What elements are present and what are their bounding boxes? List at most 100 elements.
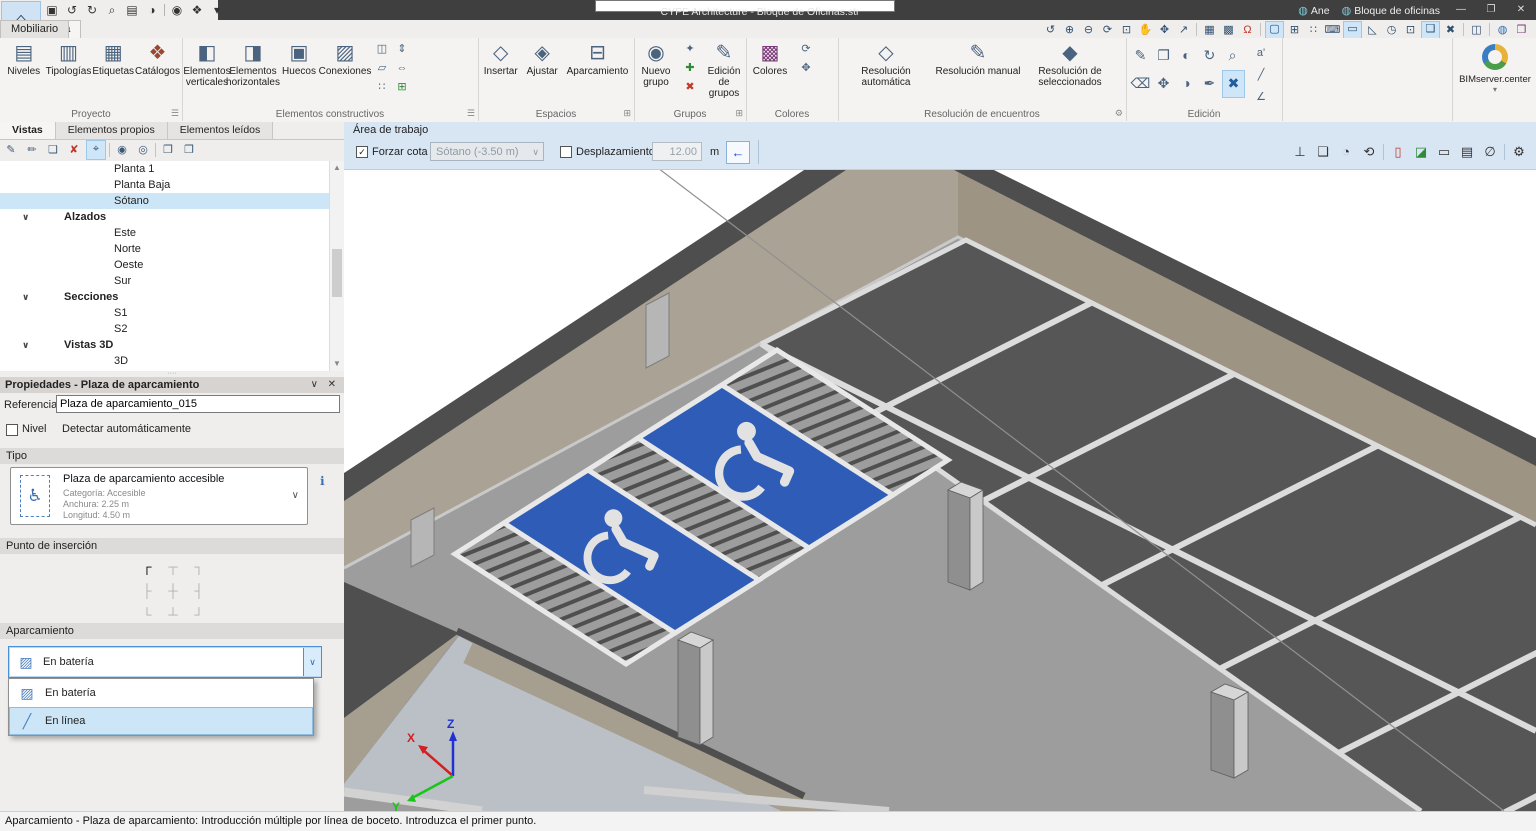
set-square-icon[interactable]: ◺ [1364, 22, 1381, 38]
ribbon-mini-button[interactable]: ⟳ [796, 40, 816, 59]
keyboard-input-icon[interactable]: ⌨ [1324, 22, 1341, 38]
ribbon-mini-button[interactable]: ✦ [680, 40, 700, 59]
edit-tool-icon[interactable]: ╱ [1251, 66, 1271, 84]
ribbon-mini-button[interactable]: ✥ [796, 59, 816, 78]
ribbon-button[interactable]: ❖ Catálogos [135, 41, 180, 77]
hide-elements-icon[interactable]: ∅ [1481, 142, 1499, 162]
scroll-down-icon[interactable]: ▼ [330, 357, 344, 371]
snap-magnet-icon[interactable]: Ω [1239, 22, 1256, 38]
edit-tool-icon[interactable]: ◑ [1176, 70, 1197, 96]
ribbon-button[interactable]: ◧ Elementos verticales [183, 41, 230, 88]
project-button[interactable]: ◍ Bloque de oficinas [1342, 4, 1440, 17]
separator[interactable] [164, 4, 165, 16]
close-icon[interactable]: ✕ [328, 377, 336, 393]
camera-copy-icon[interactable]: ◎ [134, 141, 152, 159]
separator[interactable] [1196, 23, 1197, 36]
forzar-cota-checkbox[interactable]: ✓ [356, 146, 368, 158]
bimserver-label[interactable]: BIMserver.center [1453, 74, 1536, 85]
tree-item[interactable]: Norte [0, 241, 330, 257]
ribbon-button[interactable]: ◇ Insertar [480, 41, 521, 77]
separator[interactable] [1489, 23, 1490, 36]
user-button[interactable]: ◍ Ane [1298, 4, 1329, 17]
ribbon-button[interactable]: ◇ Resolución automática [840, 41, 932, 88]
iso-view-icon[interactable]: ❑ [1314, 142, 1332, 162]
pan-icon[interactable]: ✋ [1137, 22, 1154, 38]
point-grid-icon[interactable]: ∷ [1305, 22, 1322, 38]
ribbon-button[interactable]: ◆ Resolución de seleccionados [1024, 41, 1116, 88]
restore-button[interactable]: ❐ [1476, 0, 1506, 20]
group-launcher-icon[interactable]: ☰ [467, 108, 475, 119]
ribbon-mini-button[interactable]: ⇔ [392, 59, 412, 78]
desplazamiento-checkbox[interactable] [560, 146, 572, 158]
edit-tool-icon[interactable]: ✖ [1222, 70, 1245, 98]
frame-toggle-icon[interactable]: ▢ [1265, 20, 1284, 39]
tree-item[interactable]: S1 [0, 305, 330, 321]
panel-tab[interactable]: Elementos leídos [167, 122, 274, 139]
wall-pilaster[interactable] [645, 292, 670, 369]
cut-icon[interactable]: ✖ [1442, 22, 1459, 38]
customize-icon[interactable]: ▾ [209, 3, 225, 17]
grid-toggle-icon[interactable]: ⊞ [1286, 22, 1303, 38]
ribbon-mini-button[interactable]: ⇕ [392, 40, 412, 59]
scroll-up-icon[interactable]: ▲ [330, 161, 344, 175]
type-info-icon[interactable]: ℹ [320, 474, 325, 488]
ribbon-button[interactable]: ✎ Edición de grupos [702, 41, 746, 99]
dropdown-option[interactable]: ╱ En línea [9, 707, 313, 735]
tree-item[interactable]: ∨ Vistas 3D [0, 337, 330, 353]
dropdown-option[interactable]: ▨ En batería [9, 679, 313, 707]
colors-icon[interactable]: ❖ [189, 3, 205, 17]
edit-tool-icon[interactable]: ↻ [1199, 42, 1220, 68]
layers-icon[interactable]: ▤ [1458, 142, 1476, 162]
ribbon-button[interactable]: ▥ Tipologías [46, 41, 92, 77]
tree-item[interactable]: Planta Baja [0, 177, 330, 193]
ribbon-button[interactable]: ▤ Niveles [2, 41, 46, 77]
chevron-down-icon[interactable]: ∨ [22, 292, 64, 303]
ribbon-button[interactable]: ▣ Huecos [276, 41, 322, 77]
render-icon[interactable]: ◉ [169, 3, 185, 17]
book-export-icon[interactable]: ❐ [180, 141, 198, 159]
ribbon-mini-button[interactable]: ✚ [680, 59, 700, 78]
save-icon[interactable]: ▣ [44, 3, 60, 17]
separator[interactable] [109, 143, 110, 157]
ribbon-mini-button[interactable]: ✖ [680, 78, 700, 97]
tree-item[interactable]: ∨ Secciones [0, 289, 330, 305]
ribbon-button[interactable]: ▨ Conexiones [319, 41, 372, 77]
edit-tool-icon[interactable]: ⌕ [1222, 42, 1243, 68]
edit-tool-icon[interactable]: ✥ [1153, 70, 1174, 96]
panel-tab[interactable]: Vistas [0, 122, 56, 139]
separator[interactable] [1504, 144, 1505, 160]
group-launcher-icon[interactable]: ⊞ [735, 108, 743, 119]
edit-tool-icon[interactable]: ◐ [1176, 42, 1197, 68]
undo-icon[interactable]: ↺ [64, 3, 80, 17]
search-icon[interactable]: ⌕ [104, 3, 120, 18]
minimize-button[interactable]: — [1446, 0, 1476, 20]
figure-axes-icon[interactable]: ⊥ [1291, 142, 1309, 162]
bimserver-logo-icon[interactable] [1482, 44, 1508, 70]
column[interactable] [1210, 683, 1249, 779]
separator[interactable] [1383, 144, 1384, 160]
edit-view-icon[interactable]: ✏ [23, 141, 41, 159]
book-icon[interactable]: ❒ [159, 141, 177, 159]
insertion-point-option[interactable]: ┬ [160, 556, 186, 580]
panel-tab[interactable]: Elementos propios [55, 122, 168, 139]
chevron-down-icon[interactable]: ∨ [22, 340, 64, 351]
duplicate-view-icon[interactable]: ❏ [44, 141, 62, 159]
redraw-icon[interactable]: ⟳ [1099, 22, 1116, 38]
insertion-point-option[interactable]: ┤ [186, 580, 212, 604]
ribbon-button[interactable]: ◈ Ajustar [521, 41, 562, 77]
view-cone-icon[interactable]: ⌖ [86, 140, 106, 160]
insertion-point-option[interactable]: ├ [134, 580, 160, 604]
separator[interactable] [1260, 23, 1261, 36]
referencia-input[interactable] [56, 395, 340, 413]
tree-item[interactable]: ∨ Alzados [0, 209, 330, 225]
distance-input[interactable] [652, 142, 702, 161]
window-layout-icon[interactable]: ◫ [1468, 22, 1485, 38]
edit-tool-icon[interactable]: ✒ [1199, 70, 1220, 96]
close-button[interactable]: ✕ [1506, 0, 1536, 20]
ribbon-button[interactable]: ▩ Colores [748, 41, 792, 77]
tree-scrollbar[interactable]: ▲ ▼ [329, 161, 344, 371]
ribbon-button[interactable]: ▦ Etiquetas [91, 41, 135, 77]
edit-tool-icon[interactable]: ⌫ [1130, 70, 1151, 96]
tree-item[interactable]: Planta 1 [0, 161, 330, 177]
dimension-toggle-icon[interactable]: ▭ [1343, 20, 1362, 39]
